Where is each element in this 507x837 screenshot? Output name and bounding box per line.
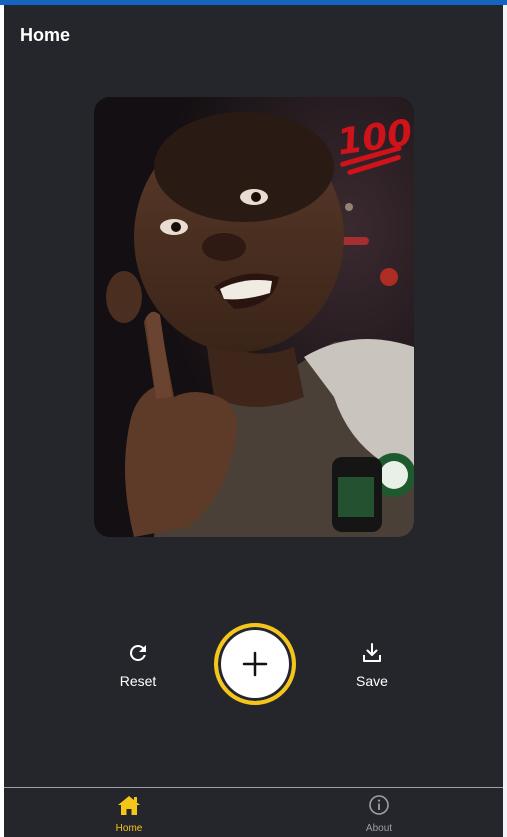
save-label: Save — [356, 673, 388, 689]
reset-label: Reset — [119, 673, 157, 689]
save-button[interactable]: Save — [332, 641, 412, 691]
add-button[interactable] — [214, 623, 296, 705]
background-page-strip — [503, 5, 507, 837]
reset-button[interactable]: Reset — [98, 641, 178, 691]
home-icon — [118, 796, 140, 815]
page-title: Home — [20, 25, 71, 45]
nav-item-about[interactable]: About — [334, 794, 424, 834]
main-photo[interactable]: 100 — [94, 97, 414, 537]
nav-about-label: About — [365, 823, 393, 834]
plus-icon — [242, 651, 268, 677]
nav-home-label: Home — [115, 823, 143, 834]
bottom-navigation: Home About — [4, 787, 503, 837]
app-panel: Home 100 Reset Save Home About — [4, 5, 503, 837]
download-icon — [363, 643, 381, 662]
refresh-icon — [129, 645, 146, 661]
info-icon — [369, 795, 389, 815]
nav-item-home[interactable]: Home — [84, 794, 174, 834]
